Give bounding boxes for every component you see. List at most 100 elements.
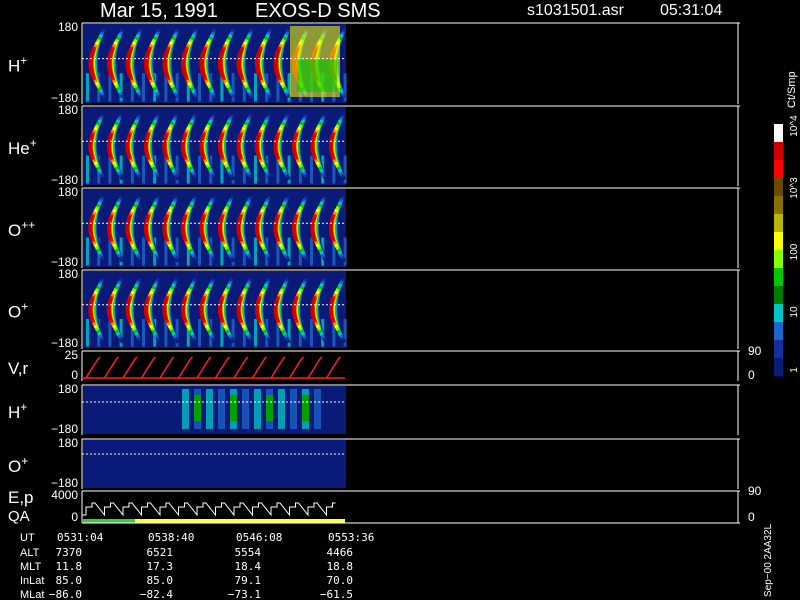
colorbar-segment: [774, 286, 783, 305]
footer-cell: −73.1: [228, 588, 261, 600]
right-axis-min: 0: [748, 510, 755, 524]
footer-cell: 79.1: [235, 574, 262, 587]
colorbar-segment: [774, 214, 783, 233]
y-axis-min: 0: [71, 510, 78, 524]
spectrogram-streak: [194, 395, 201, 421]
spectrogram-hot-region: [297, 59, 337, 92]
y-axis-max: 180: [58, 20, 78, 34]
right-axis-max: 90: [748, 344, 762, 358]
header-filename: s1031501.asr: [527, 2, 625, 19]
spectrogram-streak: [310, 318, 313, 347]
panel-label: O+: [8, 300, 28, 322]
spectrogram-streak: [198, 73, 201, 102]
footer: UTALTMLTInLatMLat0531:04737011.885.0−86.…: [20, 523, 774, 600]
y-axis-max: 25: [65, 348, 79, 362]
y-axis-max: 180: [58, 185, 78, 199]
header-time: 05:31:04: [660, 2, 722, 19]
velocity-trace: [85, 356, 342, 379]
footer-cell: 0546:08: [236, 531, 282, 544]
panel-1: He+180−180: [8, 103, 740, 187]
colorbar-tick-label: 100: [789, 243, 800, 260]
spectrogram-streak: [218, 389, 225, 429]
header-date: Mar 15, 1991: [100, 0, 218, 22]
footer-cell: 17.3: [147, 560, 174, 573]
panel-label-2: QA: [8, 508, 30, 525]
spectrogram-streak: [310, 237, 313, 266]
footer-cell: 4466: [327, 546, 354, 559]
spectrogram-streak: [182, 389, 189, 429]
panel-label: V,r: [8, 359, 29, 378]
panel-label: O++: [8, 218, 35, 240]
footer-row-label: ALT: [20, 547, 40, 559]
spectrogram-streak: [142, 318, 145, 347]
colorbar-tick-label: 1: [789, 367, 800, 373]
footer-side-note: Sep−00 2AA32L: [763, 523, 774, 597]
spectrogram-streak: [86, 237, 89, 266]
y-axis-max: 180: [58, 103, 78, 117]
colorbar-segment: [774, 232, 783, 251]
footer-cell: 85.0: [56, 574, 83, 587]
qa-bar-fair: [135, 519, 345, 523]
footer-cell: 70.0: [327, 574, 354, 587]
panel-2: O++180−180: [8, 185, 740, 269]
spectrogram-streak: [254, 389, 261, 429]
colorbar-segment: [774, 268, 783, 287]
footer-cell: 0531:04: [57, 531, 104, 544]
footer-row-label: InLat: [20, 575, 44, 587]
panel-label: O+: [8, 454, 28, 476]
spectrogram-streak: [302, 395, 309, 421]
colorbar-segment: [774, 196, 783, 215]
panel-label-sup: +: [20, 400, 27, 414]
colorbar-segment: [774, 178, 783, 197]
panel-4: V,r 25 0 90 0: [8, 344, 762, 382]
footer-cell: 18.8: [327, 560, 354, 573]
spectrogram-streak: [198, 318, 201, 347]
panel-label-sup: +: [21, 300, 28, 314]
colorbar-segment: [774, 160, 783, 179]
colorbar-tick-label: 10: [789, 306, 800, 318]
y-axis-max: 180: [58, 382, 78, 396]
footer-cell: −82.4: [140, 588, 173, 600]
header-instrument: EXOS-D SMS: [255, 0, 381, 22]
footer-row-label: MLat: [20, 589, 44, 600]
spectrogram-streak: [254, 73, 257, 102]
footer-cell: 5554: [235, 546, 262, 559]
spectrogram-streak: [206, 389, 213, 429]
footer-cell: 6521: [147, 546, 174, 559]
panel-0: H+180−180: [8, 20, 740, 105]
panel-6: O+180−180: [8, 436, 740, 490]
footer-cell: 18.4: [235, 560, 262, 573]
colorbar-segment: [774, 340, 783, 359]
spectrogram-background: [83, 440, 346, 488]
y-axis-min: −180: [51, 422, 78, 436]
panel-label: He+: [8, 136, 37, 158]
colorbar-segment: [774, 358, 783, 377]
colorbar-segment: [774, 124, 783, 143]
y-axis-max: 4000: [51, 488, 78, 502]
panel-label: H+: [8, 400, 27, 422]
colorbar-segment: [774, 304, 783, 323]
right-axis-max: 90: [748, 484, 762, 498]
spectrogram-streak: [86, 155, 89, 184]
colorbar-segment: [774, 142, 783, 161]
y-axis-min: 0: [71, 368, 78, 382]
spectrogram-streak: [290, 389, 297, 429]
footer-cell: 0538:40: [148, 531, 194, 544]
panel-5: H+ 180 −180: [8, 382, 740, 436]
colorbar: Ct/Smp 1 10 100 10^3 10^4: [774, 71, 800, 377]
footer-cell: 0553:36: [328, 531, 374, 544]
colorbar-segment: [774, 322, 783, 341]
footer-cell: 7370: [56, 546, 83, 559]
spectrogram-streak: [278, 389, 285, 429]
panel-3: O+180−180: [8, 267, 740, 350]
panel-label-sup: +: [20, 54, 27, 68]
spectrogram-streak: [314, 389, 321, 429]
y-axis-max: 180: [58, 267, 78, 281]
footer-row-label: UT: [20, 532, 35, 544]
spectrogram-streak: [86, 318, 89, 347]
footer-cell: 85.0: [147, 574, 174, 587]
panel-label: E,p: [8, 488, 34, 507]
spectrogram-streak: [198, 237, 201, 266]
colorbar-tick-label: 10^3: [789, 177, 800, 199]
spectrogram-streak: [266, 395, 273, 421]
